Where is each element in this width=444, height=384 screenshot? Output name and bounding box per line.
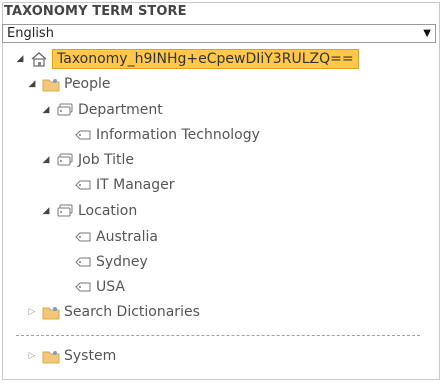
dropdown-arrow-icon[interactable]: ▼ [423, 28, 431, 39]
termset-icon [57, 153, 73, 166]
tree-node-label[interactable]: System [64, 348, 116, 364]
tree-node-label[interactable]: People [64, 76, 111, 92]
tag-icon [75, 282, 91, 292]
expanded-toggle-icon[interactable]: ◢ [40, 206, 52, 216]
tree-node-label[interactable]: Information Technology [96, 127, 260, 143]
expanded-toggle-icon[interactable]: ◢ [26, 79, 38, 89]
folder-icon [42, 351, 60, 364]
tag-icon [75, 257, 91, 267]
tag-icon [75, 232, 91, 242]
expanded-toggle-icon[interactable]: ◢ [40, 105, 52, 115]
tree-node-label[interactable]: Job Title [78, 152, 134, 168]
tree-node-label[interactable]: Sydney [96, 254, 148, 270]
folder-icon [42, 307, 60, 320]
collapsed-toggle-icon[interactable]: ▷ [26, 351, 38, 361]
tree-node-usa[interactable]: USA [58, 277, 125, 297]
tree-node-root[interactable]: ◢ Taxonomy_h9INHg+eCpewDIiY3RULZQ== [14, 49, 359, 69]
tree-node-information-technology[interactable]: Information Technology [58, 125, 260, 145]
language-select[interactable]: English ▼ [2, 24, 436, 43]
tree-node-people[interactable]: ◢ People [26, 74, 111, 94]
expanded-toggle-icon[interactable]: ◢ [14, 54, 26, 64]
panel-title: TAXONOMY TERM STORE [4, 4, 187, 19]
tree-node-label[interactable]: Department [78, 102, 163, 118]
folder-icon [42, 79, 60, 92]
home-icon [31, 52, 47, 67]
tree-node-location[interactable]: ◢ Location [40, 201, 138, 221]
tree-separator [16, 335, 420, 336]
tree-node-department[interactable]: ◢ Department [40, 100, 163, 120]
tree-node-label[interactable]: Taxonomy_h9INHg+eCpewDIiY3RULZQ== [52, 49, 359, 69]
tree-node-search-dictionaries[interactable]: ▷ Search Dictionaries [26, 302, 200, 322]
tree-node-label[interactable]: Australia [96, 229, 158, 245]
tree-node-sydney[interactable]: Sydney [58, 252, 148, 272]
tree-node-label[interactable]: USA [96, 279, 125, 295]
tag-icon [75, 130, 91, 140]
language-selected-value: English [7, 26, 54, 41]
tree-node-label[interactable]: Search Dictionaries [64, 304, 200, 320]
tag-icon [75, 180, 91, 190]
expanded-toggle-icon[interactable]: ◢ [40, 155, 52, 165]
termset-icon [57, 204, 73, 217]
tree-node-label[interactable]: IT Manager [96, 177, 175, 193]
collapsed-toggle-icon[interactable]: ▷ [26, 307, 38, 317]
tree-node-it-manager[interactable]: IT Manager [58, 175, 175, 195]
tree-node-system[interactable]: ▷ System [26, 346, 117, 366]
tree-node-job-title[interactable]: ◢ Job Title [40, 150, 135, 170]
tree-node-label[interactable]: Location [78, 203, 137, 219]
termset-icon [57, 103, 73, 116]
tree-node-australia[interactable]: Australia [58, 227, 158, 247]
